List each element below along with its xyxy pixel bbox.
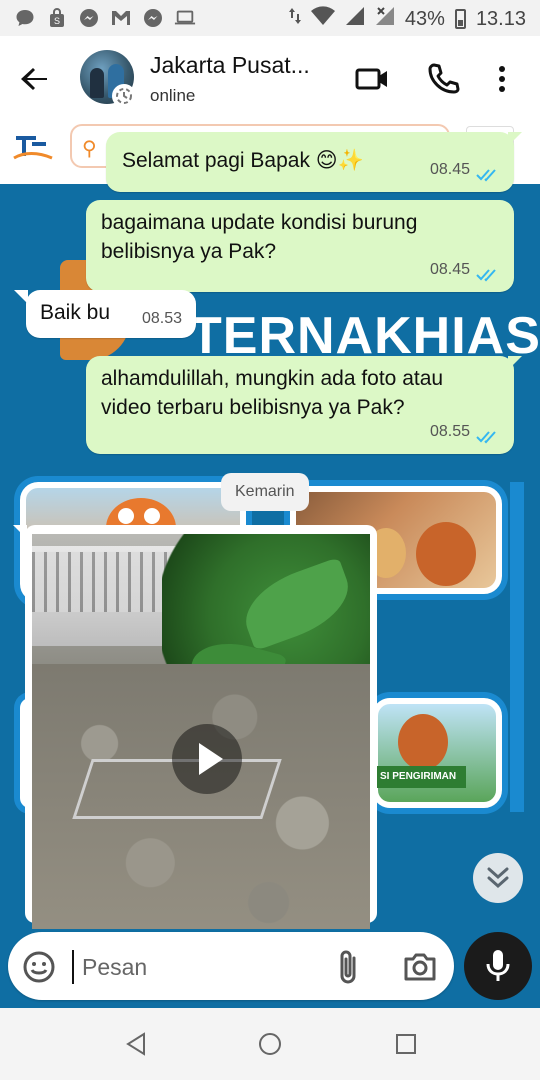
message-time: 08.53 bbox=[141, 310, 182, 327]
nav-recents-icon[interactable] bbox=[392, 1030, 420, 1058]
play-icon[interactable] bbox=[172, 724, 242, 794]
status-ring-icon bbox=[112, 84, 136, 108]
rooster-illustration bbox=[398, 714, 448, 770]
gmail-icon bbox=[110, 7, 132, 29]
chat-area[interactable]: ⚲ TERNAKHIAS SI PENGIRIMAN Selamat pagi … bbox=[0, 120, 540, 1008]
message-text: alhamdulillah, mungkin ada foto atau vid… bbox=[101, 367, 444, 419]
system-indicators: 43% 13.13 bbox=[288, 6, 526, 32]
message-composer bbox=[8, 932, 454, 1000]
date-separator: Kemarin bbox=[221, 473, 309, 511]
camera-icon[interactable] bbox=[402, 950, 438, 984]
double-chevron-down-icon bbox=[486, 865, 510, 896]
wallpaper-logo-icon bbox=[12, 128, 54, 162]
messenger-icon bbox=[142, 7, 164, 29]
message-time: 08.45 bbox=[429, 161, 470, 178]
message-meta: 08.53 bbox=[142, 304, 182, 333]
laptop-icon bbox=[174, 7, 196, 29]
bubble-tail bbox=[14, 290, 28, 304]
rooster-illustration bbox=[416, 522, 476, 586]
more-options-icon[interactable] bbox=[492, 62, 512, 96]
nav-home-icon[interactable] bbox=[256, 1030, 284, 1058]
clock: 13.13 bbox=[475, 7, 526, 30]
bubble-tail bbox=[508, 132, 522, 146]
system-nav-bar bbox=[0, 1008, 540, 1080]
messenger-icon bbox=[78, 7, 100, 29]
svg-text:S: S bbox=[54, 16, 60, 26]
message-meta: 08.45 bbox=[430, 255, 500, 284]
mic-icon bbox=[486, 948, 510, 989]
outgoing-message[interactable]: bagaimana update kondisi burung belibisn… bbox=[86, 200, 514, 292]
outgoing-message[interactable]: Selamat pagi Bapak 😊✨ 08.45 bbox=[106, 132, 514, 192]
chat-header: Jakarta Pusat... online bbox=[0, 36, 540, 120]
message-time: 08.55 bbox=[429, 423, 470, 440]
bubble-tail bbox=[13, 525, 27, 539]
notification-icons: S bbox=[14, 7, 196, 29]
rooster-eye bbox=[144, 508, 160, 524]
chat-bubble-icon bbox=[14, 7, 36, 29]
wallpaper-search-icon: ⚲ bbox=[82, 138, 97, 160]
signal-icon bbox=[345, 6, 365, 32]
message-meta: 08.55 bbox=[430, 417, 500, 446]
signal-x-icon bbox=[375, 6, 395, 32]
bubble-tail bbox=[508, 356, 522, 370]
battery-icon bbox=[454, 9, 466, 29]
video-call-icon[interactable] bbox=[354, 62, 388, 96]
avatar-figure bbox=[90, 68, 104, 98]
contact-name[interactable]: Jakarta Pusat... bbox=[150, 52, 310, 79]
data-arrows-icon bbox=[288, 6, 301, 32]
shopping-bag-icon: S bbox=[46, 7, 68, 29]
video-thumbnail[interactable] bbox=[32, 534, 370, 929]
wallpaper-banner: SI PENGIRIMAN bbox=[376, 766, 466, 788]
battery-percentage: 43% bbox=[404, 7, 445, 30]
voice-record-button[interactable] bbox=[464, 932, 532, 1000]
read-ticks-icon bbox=[476, 263, 500, 281]
text-caret bbox=[72, 950, 74, 984]
attach-icon[interactable] bbox=[332, 948, 366, 986]
contact-status: online bbox=[150, 86, 196, 105]
message-meta: 08.45 bbox=[430, 155, 500, 184]
message-input[interactable] bbox=[82, 950, 322, 984]
wallpaper-image-card bbox=[372, 698, 502, 808]
phone-call-icon[interactable] bbox=[426, 62, 460, 96]
status-bar: S 43% 13.13 bbox=[0, 0, 540, 36]
incoming-video-message[interactable] bbox=[13, 525, 377, 929]
back-arrow-icon[interactable] bbox=[20, 64, 50, 94]
read-ticks-icon bbox=[476, 425, 500, 443]
read-ticks-icon bbox=[476, 163, 500, 181]
wifi-icon bbox=[310, 6, 335, 32]
wallpaper-strip bbox=[510, 482, 524, 812]
incoming-message[interactable]: Baik bu 08.53 bbox=[26, 290, 196, 338]
outgoing-message[interactable]: alhamdulillah, mungkin ada foto atau vid… bbox=[86, 356, 514, 454]
message-time: 08.45 bbox=[429, 261, 470, 278]
scroll-to-bottom-button[interactable] bbox=[473, 853, 523, 903]
nav-back-icon[interactable] bbox=[122, 1030, 150, 1058]
emoji-icon[interactable] bbox=[22, 950, 56, 984]
video-scene-fence bbox=[32, 552, 182, 612]
rooster-eye bbox=[118, 508, 134, 524]
